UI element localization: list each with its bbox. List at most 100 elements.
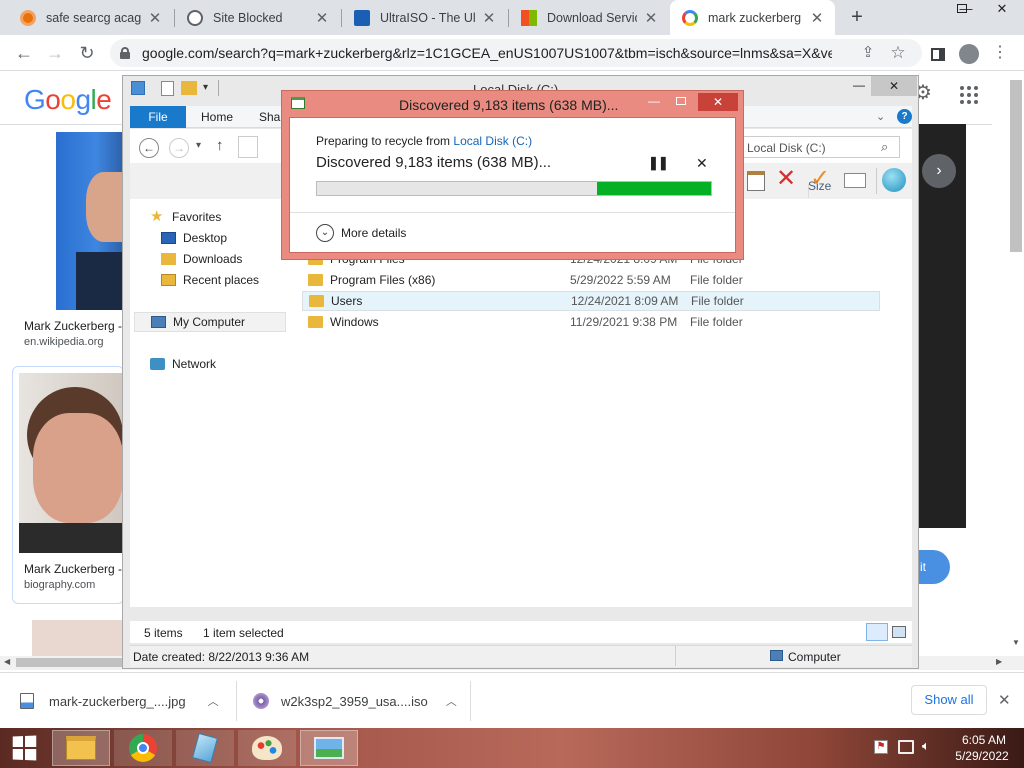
reload-icon[interactable]: ↻ bbox=[75, 41, 99, 65]
source-location-link[interactable]: Local Disk (C:) bbox=[453, 134, 532, 148]
more-menu-icon[interactable]: ⋮ bbox=[988, 41, 1012, 65]
globe-icon[interactable] bbox=[882, 168, 906, 192]
browser-tab-1[interactable]: safe searcg acagca ✕ bbox=[8, 0, 173, 35]
properties-icon[interactable] bbox=[161, 81, 174, 96]
browser-tab-4[interactable]: Download Service ✕ bbox=[509, 0, 669, 35]
nav-my-computer[interactable]: My Computer bbox=[134, 312, 286, 332]
image-result-1[interactable]: Mark Zuckerberg - en.wikipedia.org bbox=[14, 130, 124, 355]
paste-icon[interactable] bbox=[747, 171, 765, 191]
action-center-flag-icon[interactable]: ⚑ bbox=[874, 740, 888, 754]
details-view-icon[interactable] bbox=[866, 623, 888, 641]
pause-icon[interactable]: ❚❚ bbox=[648, 155, 669, 171]
close-tab-icon[interactable]: ✕ bbox=[643, 9, 659, 27]
close-tab-icon[interactable]: ✕ bbox=[147, 9, 163, 27]
nav-network[interactable]: Network bbox=[150, 354, 216, 374]
result-thumbnail[interactable] bbox=[19, 373, 123, 553]
properties-window-icon[interactable] bbox=[844, 173, 866, 188]
file-name: Windows bbox=[330, 315, 379, 329]
folder-icon bbox=[309, 295, 324, 307]
result-caption[interactable]: Mark Zuckerberg - bbox=[24, 319, 122, 333]
taskbar-photo-viewer[interactable] bbox=[300, 730, 358, 766]
browser-tab-3[interactable]: UltraISO - The Ulti ✕ bbox=[342, 0, 507, 35]
bookmark-star-icon[interactable]: ☆ bbox=[886, 41, 910, 65]
address-bar[interactable]: google.com/search?q=mark+zuckerberg&rlz=… bbox=[110, 39, 922, 67]
explorer-close-button[interactable]: ✕ bbox=[871, 76, 917, 96]
result-thumbnail-partial[interactable] bbox=[32, 620, 124, 656]
up-arrow-icon[interactable]: ↑ bbox=[216, 137, 224, 154]
forward-arrow-icon[interactable]: → bbox=[43, 41, 67, 65]
close-window-button[interactable]: ✕ bbox=[984, 0, 1020, 20]
cancel-x-icon[interactable]: ✕ bbox=[696, 155, 708, 172]
google-logo[interactable]: Google bbox=[24, 84, 112, 116]
visit-button-label: it bbox=[920, 560, 926, 574]
scroll-right-arrow-icon[interactable]: ▶ bbox=[996, 657, 1002, 666]
back-arrow-icon[interactable]: ← bbox=[12, 41, 36, 65]
delete-icon[interactable]: ✕ bbox=[776, 166, 796, 192]
chevron-up-icon[interactable]: ︿ bbox=[208, 693, 219, 709]
download-item-2[interactable]: w2k3sp2_3959_usa....iso ︿ bbox=[253, 687, 457, 715]
clock-date[interactable]: 5/29/2022 bbox=[950, 749, 1014, 763]
nav-downloads[interactable]: Downloads bbox=[161, 249, 242, 269]
explorer-search-box[interactable]: Local Disk (C:) ⌕ bbox=[742, 136, 900, 158]
share-icon[interactable]: ⇪ bbox=[856, 41, 880, 65]
new-folder-icon[interactable] bbox=[181, 81, 197, 95]
taskbar-file-explorer[interactable] bbox=[52, 730, 110, 766]
ribbon-expand-icon[interactable]: ⌄ bbox=[876, 110, 885, 123]
ribbon-tab-file[interactable]: File bbox=[130, 106, 186, 128]
profile-avatar-icon[interactable] bbox=[957, 41, 981, 65]
dialog-close-button[interactable]: ✕ bbox=[698, 93, 738, 111]
nav-favorites[interactable]: ★ Favorites bbox=[150, 207, 221, 227]
result-source[interactable]: en.wikipedia.org bbox=[24, 336, 104, 348]
new-tab-button[interactable]: + bbox=[843, 4, 871, 32]
address-bar-field[interactable] bbox=[238, 136, 258, 158]
help-icon[interactable]: ? bbox=[897, 109, 912, 124]
horizontal-scrollbar-thumb[interactable] bbox=[16, 658, 128, 667]
clock-time[interactable]: 6:05 AM bbox=[954, 733, 1014, 747]
start-button[interactable] bbox=[0, 730, 48, 766]
chevron-up-icon[interactable]: ︿ bbox=[446, 693, 457, 709]
result-caption[interactable]: Mark Zuckerberg - bbox=[24, 562, 122, 576]
scroll-left-arrow-icon[interactable]: ◀ bbox=[4, 657, 10, 666]
next-image-icon[interactable]: › bbox=[922, 154, 956, 188]
taskbar-notepad[interactable] bbox=[176, 730, 234, 766]
show-all-button[interactable]: Show all bbox=[911, 685, 987, 715]
file-row-selected[interactable]: Users 12/24/2021 8:09 AM File folder bbox=[302, 291, 880, 311]
column-header-size[interactable]: Size bbox=[808, 179, 831, 193]
large-icons-view-icon[interactable] bbox=[892, 626, 906, 638]
browser-tab-5-active[interactable]: mark zuckerberg - ✕ bbox=[670, 0, 835, 35]
settings-icon[interactable]: ⚙ bbox=[914, 80, 954, 120]
explorer-minimize-button[interactable]: — bbox=[848, 78, 870, 96]
apps-grid-icon[interactable] bbox=[960, 86, 980, 106]
network-tray-icon[interactable] bbox=[898, 740, 914, 754]
more-details-button[interactable]: More details bbox=[341, 226, 406, 240]
image-result-2[interactable]: Mark Zuckerberg - biography.com bbox=[12, 366, 124, 604]
close-tab-icon[interactable]: ✕ bbox=[481, 9, 497, 27]
close-tab-icon[interactable]: ✕ bbox=[314, 9, 330, 27]
taskbar-chrome[interactable] bbox=[114, 730, 172, 766]
close-tab-icon[interactable]: ✕ bbox=[809, 9, 825, 27]
nav-recent-places[interactable]: Recent places bbox=[161, 270, 259, 290]
scroll-down-arrow-icon[interactable]: ▼ bbox=[1010, 638, 1022, 652]
page-scrollbar[interactable]: ▼ bbox=[992, 72, 1024, 656]
result-thumbnail[interactable] bbox=[56, 132, 124, 310]
dialog-minimize-button[interactable]: — bbox=[643, 94, 665, 108]
chevron-down-icon[interactable]: ⌄ bbox=[316, 224, 334, 242]
dialog-title-bar[interactable]: Discovered 9,183 items (638 MB)... — ✕ bbox=[282, 91, 743, 117]
file-row[interactable]: Program Files (x86) 5/29/2022 5:59 AM Fi… bbox=[302, 270, 880, 290]
dialog-maximize-button[interactable] bbox=[670, 95, 692, 111]
browser-tab-2[interactable]: Site Blocked ✕ bbox=[175, 0, 340, 35]
file-row[interactable]: Windows 11/29/2021 9:38 PM File folder bbox=[302, 312, 880, 332]
taskbar-paint[interactable] bbox=[238, 730, 296, 766]
explorer-forward-icon[interactable]: → bbox=[169, 138, 189, 158]
recent-locations-dropdown-icon[interactable]: ▾ bbox=[196, 140, 201, 151]
side-panel-icon[interactable] bbox=[926, 41, 950, 65]
result-source[interactable]: biography.com bbox=[24, 579, 95, 591]
nav-desktop[interactable]: Desktop bbox=[161, 228, 227, 248]
close-shelf-icon[interactable]: ✕ bbox=[998, 691, 1011, 709]
ribbon-tab-home[interactable]: Home bbox=[201, 106, 233, 128]
scrollbar-thumb[interactable] bbox=[1010, 80, 1022, 252]
quick-access-dropdown-icon[interactable]: ▾ bbox=[203, 82, 208, 93]
download-item-1[interactable]: mark-zuckerberg_....jpg ︿ bbox=[20, 687, 219, 715]
explorer-back-icon[interactable]: ← bbox=[139, 138, 159, 158]
volume-muted-icon[interactable]: 🔈︎ bbox=[922, 738, 930, 754]
